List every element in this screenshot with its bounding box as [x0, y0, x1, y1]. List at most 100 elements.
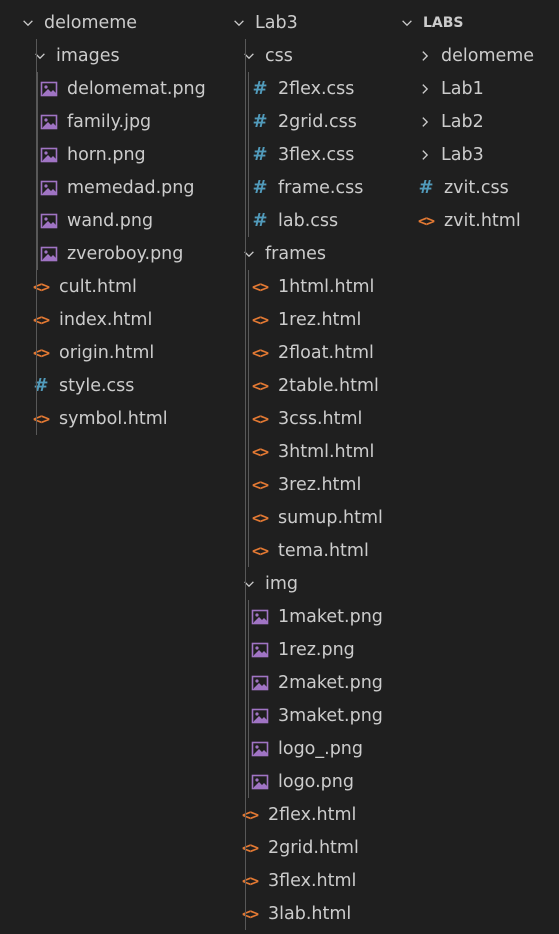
- chevron-down-icon: [32, 48, 48, 64]
- item-label: 2grid.css: [278, 111, 357, 132]
- item-label: 1html.html: [278, 276, 375, 297]
- file-row[interactable]: <> zvit.html: [395, 204, 559, 237]
- file-row[interactable]: <> 3lab.html: [225, 897, 395, 930]
- root-folder-row[interactable]: delomeme: [0, 6, 225, 39]
- item-label: frame.css: [278, 177, 364, 198]
- hash-icon: #: [252, 210, 268, 231]
- code-brackets-icon: <>: [251, 376, 269, 395]
- image-icon: [40, 113, 58, 131]
- indent-guide: [248, 72, 249, 237]
- chevron-right-icon: [417, 147, 433, 163]
- folder-row[interactable]: images: [0, 39, 225, 72]
- item-label: 2flex.html: [268, 804, 357, 825]
- folder-row[interactable]: Lab1: [395, 72, 559, 105]
- item-label: 1maket.png: [278, 606, 383, 627]
- file-row[interactable]: wand.png: [0, 204, 225, 237]
- code-brackets-icon: <>: [241, 904, 259, 923]
- item-label: 2table.html: [278, 375, 379, 396]
- file-row[interactable]: <> 3html.html: [225, 435, 395, 468]
- folder-row[interactable]: img: [225, 567, 395, 600]
- item-label: zvit.html: [444, 210, 521, 231]
- indent-guide: [245, 39, 246, 930]
- file-row[interactable]: <> symbol.html: [0, 402, 225, 435]
- item-label: images: [56, 45, 120, 66]
- item-label: 2float.html: [278, 342, 374, 363]
- item-label: 2grid.html: [268, 837, 359, 858]
- file-row[interactable]: zveroboy.png: [0, 237, 225, 270]
- file-row[interactable]: logo_.png: [225, 732, 395, 765]
- file-row[interactable]: <> 2float.html: [225, 336, 395, 369]
- indent-guide: [248, 600, 249, 798]
- file-row[interactable]: delomemat.png: [0, 72, 225, 105]
- folder-row[interactable]: Lab2: [395, 105, 559, 138]
- file-row[interactable]: horn.png: [0, 138, 225, 171]
- item-label: 3css.html: [278, 408, 363, 429]
- item-label: index.html: [59, 309, 153, 330]
- file-row[interactable]: <> tema.html: [225, 534, 395, 567]
- chevron-right-icon: [417, 48, 433, 64]
- hash-icon: #: [33, 375, 49, 396]
- file-row[interactable]: memedad.png: [0, 171, 225, 204]
- image-icon: [251, 608, 269, 626]
- file-row[interactable]: # lab.css: [225, 204, 395, 237]
- code-brackets-icon: <>: [32, 310, 50, 329]
- file-row[interactable]: logo.png: [225, 765, 395, 798]
- image-icon: [251, 740, 269, 758]
- code-brackets-icon: <>: [241, 838, 259, 857]
- file-row[interactable]: <> origin.html: [0, 336, 225, 369]
- item-label: 1rez.png: [278, 639, 355, 660]
- item-label: memedad.png: [67, 177, 195, 198]
- folder-row[interactable]: Lab3: [395, 138, 559, 171]
- file-row[interactable]: <> index.html: [0, 303, 225, 336]
- file-row[interactable]: # frame.css: [225, 171, 395, 204]
- file-row[interactable]: <> cult.html: [0, 270, 225, 303]
- root-folder-label: Lab3: [255, 12, 298, 33]
- code-brackets-icon: <>: [251, 343, 269, 362]
- item-label: sumup.html: [278, 507, 383, 528]
- file-row[interactable]: <> 1rez.html: [225, 303, 395, 336]
- root-folder-label: LABS: [423, 14, 464, 31]
- item-label: 3lab.html: [268, 903, 352, 924]
- item-label: frames: [265, 243, 327, 264]
- item-label: Lab3: [441, 144, 484, 165]
- item-label: style.css: [59, 375, 135, 396]
- file-row[interactable]: 2maket.png: [225, 666, 395, 699]
- file-row[interactable]: 3maket.png: [225, 699, 395, 732]
- item-label: horn.png: [67, 144, 146, 165]
- item-label: 3maket.png: [278, 705, 383, 726]
- file-row[interactable]: <> 2grid.html: [225, 831, 395, 864]
- file-row[interactable]: 1maket.png: [225, 600, 395, 633]
- chevron-down-icon: [20, 15, 36, 31]
- chevron-down-icon: [241, 48, 257, 64]
- file-row[interactable]: <> 3rez.html: [225, 468, 395, 501]
- file-row[interactable]: family.jpg: [0, 105, 225, 138]
- chevron-down-icon: [399, 15, 415, 31]
- root-folder-row[interactable]: LABS: [395, 6, 559, 39]
- file-row[interactable]: <> 2flex.html: [225, 798, 395, 831]
- file-row[interactable]: #3flex.css: [225, 138, 395, 171]
- code-brackets-icon: <>: [32, 343, 50, 362]
- hash-icon: #: [252, 177, 268, 198]
- folder-row[interactable]: delomeme: [395, 39, 559, 72]
- image-icon: [251, 773, 269, 791]
- file-row[interactable]: <> 2table.html: [225, 369, 395, 402]
- root-folder-row[interactable]: Lab3: [225, 6, 395, 39]
- item-label: 1rez.html: [278, 309, 362, 330]
- folder-row[interactable]: frames: [225, 237, 395, 270]
- file-row[interactable]: <> sumup.html: [225, 501, 395, 534]
- file-row[interactable]: # zvit.css: [395, 171, 559, 204]
- file-row[interactable]: #2grid.css: [225, 105, 395, 138]
- image-icon: [40, 80, 58, 98]
- item-label: Lab2: [441, 111, 484, 132]
- item-label: cult.html: [59, 276, 137, 297]
- file-row[interactable]: <> 1html.html: [225, 270, 395, 303]
- indent-guide: [248, 270, 249, 567]
- file-row[interactable]: 1rez.png: [225, 633, 395, 666]
- folder-row[interactable]: css: [225, 39, 395, 72]
- file-row[interactable]: <> 3flex.html: [225, 864, 395, 897]
- file-row[interactable]: #2flex.css: [225, 72, 395, 105]
- code-brackets-icon: <>: [251, 409, 269, 428]
- file-row[interactable]: # style.css: [0, 369, 225, 402]
- file-row[interactable]: <> 3css.html: [225, 402, 395, 435]
- chevron-right-icon: [417, 114, 433, 130]
